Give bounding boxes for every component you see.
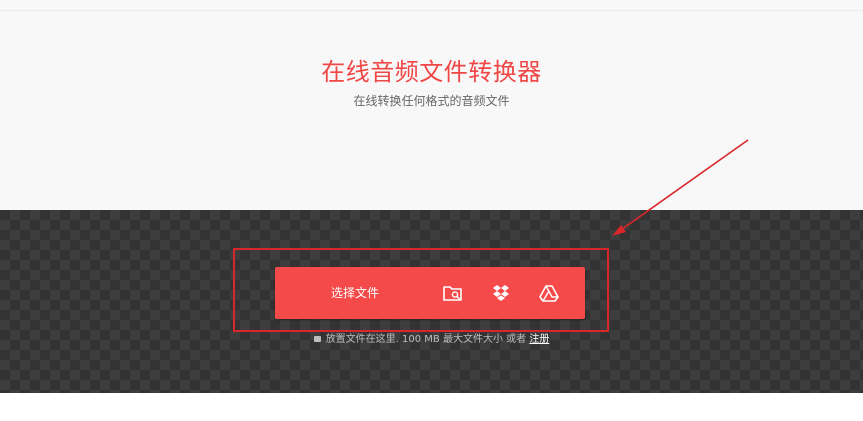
annotation-highlight-box (233, 248, 609, 332)
header: 在线音频文件转换器 在线转换任何格式的音频文件 (0, 0, 863, 210)
lock-icon (313, 336, 321, 342)
drop-note-text: 放置文件在这里. 100 MB 最大文件大小 或者 (325, 334, 527, 345)
footer-strip (0, 393, 863, 421)
signup-link[interactable]: 注册 (529, 334, 549, 345)
page-title: 在线音频文件转换器 (321, 58, 542, 86)
drop-note: 放置文件在这里. 100 MB 最大文件大小 或者 注册 (0, 332, 863, 348)
top-divider (0, 10, 863, 11)
page: 在线音频文件转换器 在线转换任何格式的音频文件 选择文件 放置文件在这里. 10… (0, 0, 863, 421)
page-subtitle: 在线转换任何格式的音频文件 (353, 94, 510, 108)
